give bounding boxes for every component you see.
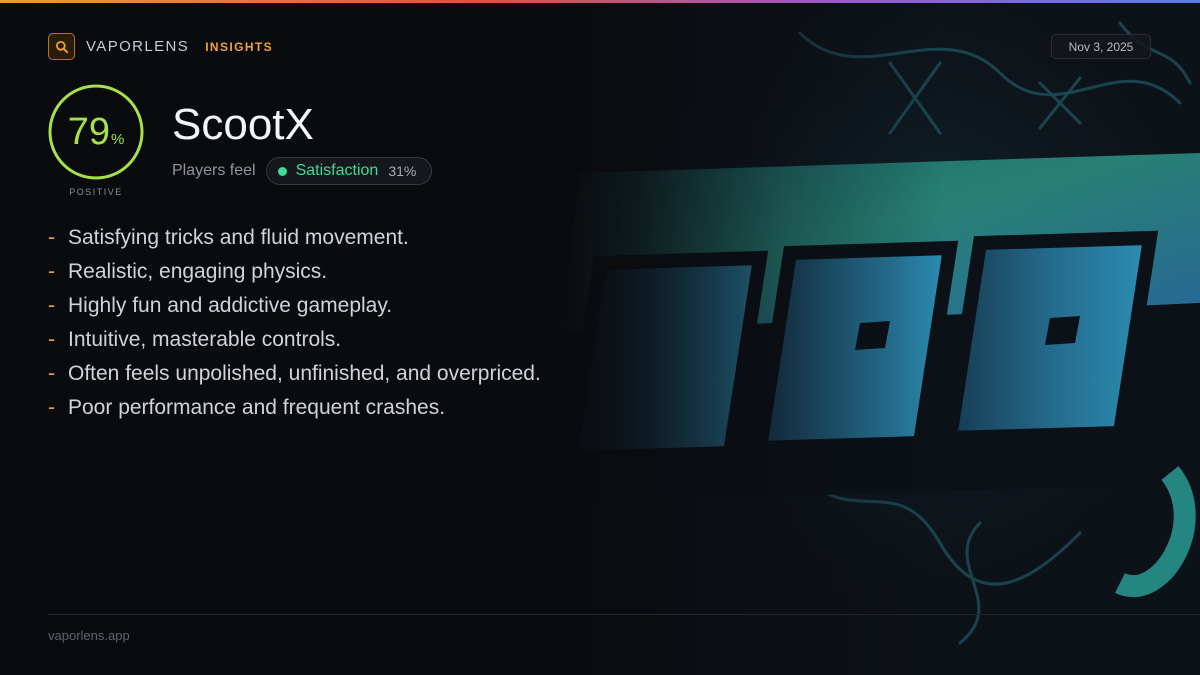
list-item: - Realistic, engaging physics. [48,255,541,289]
list-item: - Poor performance and frequent crashes. [48,391,541,425]
brand-tag: INSIGHTS [205,39,274,54]
sentiment-percent: 31% [388,163,417,179]
footer-site: vaporlens.app [48,628,130,643]
score-unit: % [110,131,125,148]
insight-text: Highly fun and addictive gameplay. [68,294,393,317]
date-badge: Nov 3, 2025 [1051,34,1151,59]
list-item: - Intuitive, masterable controls. [48,323,541,357]
insight-text: Often feels unpolished, unfinished, and … [68,362,541,385]
hero-image-fade [560,3,1200,675]
bullet-dash: - [48,396,55,419]
search-icon [48,33,75,60]
list-item: - Satisfying tricks and fluid movement. [48,221,541,255]
brand-name: VAPORLENS [86,38,190,55]
sentiment-name: Satisfaction [295,162,379,179]
insight-text: Satisfying tricks and fluid movement. [68,226,409,249]
bullet-dash: - [48,294,55,317]
bullet-dash: - [48,260,55,283]
brand-header: VAPORLENS INSIGHTS [48,33,273,60]
insight-text: Realistic, engaging physics. [68,260,328,283]
sentiment-badge: Satisfaction 31% [265,157,433,185]
list-item: - Often feels unpolished, unfinished, and… [48,357,541,391]
score-value: 79 [67,111,110,153]
sentiment-dot-icon [277,166,287,176]
list-item: - Highly fun and addictive gameplay. [48,289,541,323]
footer-divider [48,614,1200,615]
score-label: POSITIVE [69,187,123,197]
bullet-dash: - [48,362,55,385]
insight-text: Poor performance and frequent crashes. [68,396,446,419]
bullet-dash: - [48,226,55,249]
player-feel-label: Players feel [172,162,256,179]
game-title: ScootX [172,100,314,149]
insight-list: - Satisfying tricks and fluid movement. -… [48,221,541,425]
bullet-dash: - [48,328,55,351]
score-ring: 79% [48,84,144,180]
insight-text: Intuitive, masterable controls. [68,328,342,351]
player-feel-row: Players feel Satisfaction 31% [172,157,433,185]
